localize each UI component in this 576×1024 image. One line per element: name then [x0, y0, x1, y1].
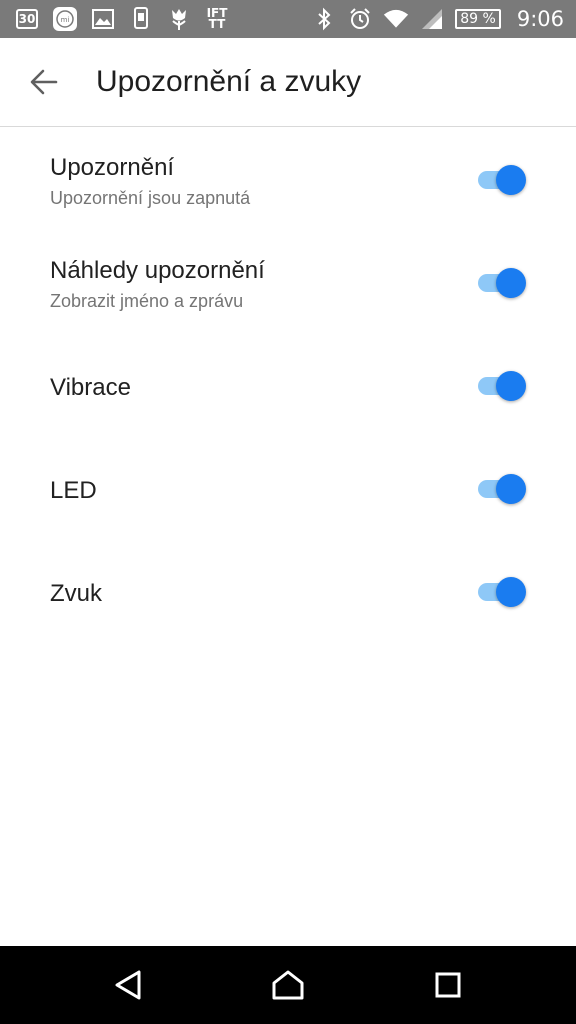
setting-subtitle: Zobrazit jméno a zprávu	[50, 291, 244, 311]
setting-title: Upozornění	[50, 154, 175, 181]
setting-title: Náhledy upozornění	[50, 257, 265, 284]
nav-recents-icon	[435, 972, 461, 998]
wifi-icon	[383, 6, 409, 32]
setting-title: Zvuk	[50, 580, 103, 607]
system-icons: 89 % 9:06	[311, 6, 564, 32]
setting-title: Vibrace	[50, 374, 131, 401]
nav-home-button[interactable]	[268, 965, 308, 1005]
switch-thumb	[496, 474, 526, 504]
page-title: Upozornění a zvuky	[96, 65, 362, 98]
ifttt-text-bottom: TT	[208, 17, 226, 31]
nav-recents-button[interactable]	[428, 965, 468, 1005]
setting-row-notifications[interactable]: Upozornění Upozornění jsou zapnutá	[0, 128, 576, 231]
navigation-bar	[0, 946, 576, 1024]
phone-icon	[128, 6, 154, 32]
toggle-switch-notifications[interactable]	[476, 165, 528, 195]
switch-thumb	[496, 371, 526, 401]
toggle-switch-sound[interactable]	[476, 577, 528, 607]
setting-row-vibration[interactable]: Vibrace	[0, 334, 576, 437]
calendar-icon: 30	[14, 6, 40, 32]
status-bar: 30 mi IFT TT 89 % 9:06	[0, 0, 576, 38]
toggle-switch-notification-previews[interactable]	[476, 268, 528, 298]
notification-icons: 30 mi IFT TT	[14, 6, 230, 32]
battery-indicator: 89 %	[455, 9, 501, 29]
image-icon	[90, 6, 116, 32]
settings-list: Upozornění Upozornění jsou zapnutá Náhle…	[0, 128, 576, 643]
tulip-icon	[166, 6, 192, 32]
nav-back-button[interactable]	[108, 965, 148, 1005]
setting-title: LED	[50, 477, 97, 504]
setting-row-notification-previews[interactable]: Náhledy upozornění Zobrazit jméno a zprá…	[0, 231, 576, 334]
app-bar: Upozornění a zvuky	[0, 38, 576, 127]
signal-icon	[419, 6, 445, 32]
setting-row-led[interactable]: LED	[0, 437, 576, 540]
arrow-back-icon	[30, 69, 58, 95]
switch-thumb	[496, 268, 526, 298]
back-button[interactable]	[20, 58, 68, 106]
setting-subtitle: Upozornění jsou zapnutá	[50, 188, 251, 208]
mi-app-icon: mi	[52, 6, 78, 32]
setting-row-sound[interactable]: Zvuk	[0, 540, 576, 643]
bluetooth-icon	[311, 6, 337, 32]
nav-home-icon	[272, 970, 304, 1000]
nav-back-icon	[115, 970, 141, 1000]
alarm-icon	[347, 6, 373, 32]
switch-thumb	[496, 165, 526, 195]
battery-percent: 89 %	[460, 11, 496, 27]
switch-thumb	[496, 577, 526, 607]
calendar-day: 30	[16, 9, 38, 29]
toggle-switch-vibration[interactable]	[476, 371, 528, 401]
status-clock: 9:06	[516, 7, 564, 31]
svg-text:mi: mi	[61, 16, 70, 24]
toggle-switch-led[interactable]	[476, 474, 528, 504]
ifttt-icon: IFT TT	[204, 6, 230, 32]
